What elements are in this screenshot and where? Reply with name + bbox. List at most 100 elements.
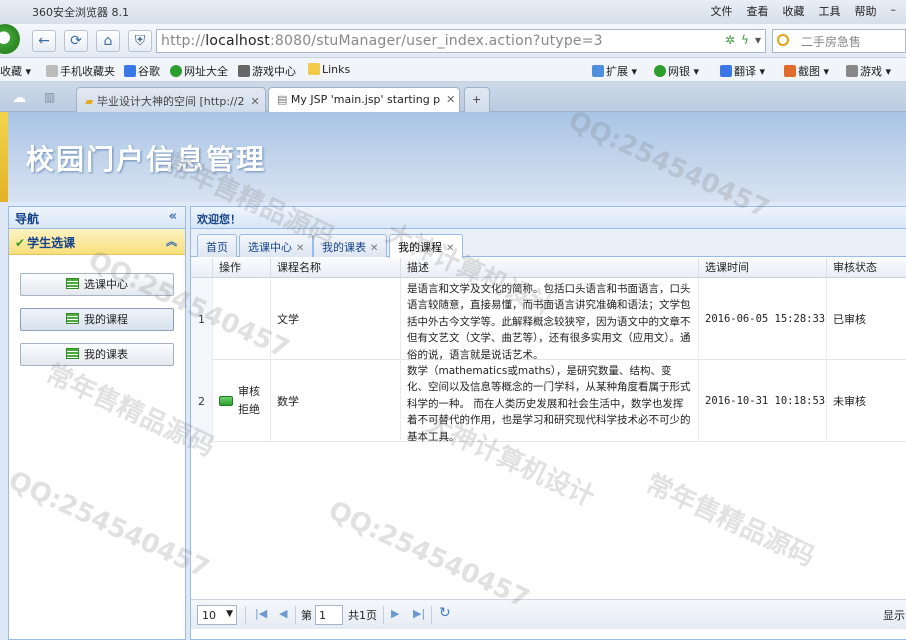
url-host: localhost (205, 33, 270, 49)
approve-link[interactable]: 审核 (238, 383, 260, 401)
ext-game[interactable]: 游戏 ▾ (846, 63, 891, 79)
col-desc[interactable]: 描述 (401, 258, 699, 278)
app-title: 校园门户信息管理 (26, 143, 267, 176)
check-icon: ✔ (15, 236, 26, 250)
folder-icon: ▰ (85, 95, 94, 108)
pager-separator (431, 606, 432, 624)
sidebar-header: 导航 « (9, 207, 185, 229)
url-path: :8080/stuManager/user_index.action?utype… (269, 33, 603, 49)
course-name: 数学 (277, 395, 299, 408)
shield-icon[interactable]: ⛨ (128, 30, 152, 52)
tab-home[interactable]: 首页 (197, 234, 237, 257)
pager-separator (245, 606, 246, 624)
lightning-icon[interactable]: ϟ (741, 33, 749, 47)
bookmark-mobile[interactable]: 手机收藏夹 (46, 63, 115, 79)
col-status[interactable]: 审核状态 (827, 258, 906, 278)
table-row[interactable]: 2 审核 拒绝 数学 数学（mathematics或maths），是研究数量、结… (191, 360, 906, 443)
google-icon (124, 65, 136, 77)
first-page-icon[interactable]: |◀ (255, 607, 267, 620)
reject-link[interactable]: 拒绝 (238, 401, 260, 419)
row-ops (213, 278, 271, 360)
welcome-text: 欢迎您！ (191, 207, 906, 229)
main-panel: 欢迎您！ 首页 选课中心 ✕ 我的课表 ✕ 我的课程 ✕ 操作 课程名称 描述 选课时… (190, 206, 906, 640)
page-number-input[interactable]: 1 (315, 605, 343, 625)
select-time: 2016-06-05 15:28:33 (705, 313, 826, 325)
sidebar-section[interactable]: ✔ 学生选课 ︽ (9, 229, 185, 255)
bookmark-google[interactable]: 谷歌 (124, 63, 160, 79)
search-input[interactable]: 二手房急售 (801, 33, 861, 50)
folder-icon (308, 63, 320, 75)
home-button[interactable]: ⌂ (96, 30, 120, 52)
close-icon[interactable]: ✕ (446, 243, 454, 254)
next-page-icon[interactable]: ▶ (391, 607, 399, 620)
bookmark-favorites[interactable]: 收藏 ▾ (0, 63, 31, 79)
banner-edge (0, 112, 8, 202)
browser-tab-2[interactable]: ▤ My JSP 'main.jsp' starting p ✕ (268, 87, 460, 112)
bookmark-sites[interactable]: 网址大全 (170, 63, 228, 79)
scissors-icon (784, 65, 796, 77)
chevron-up-icon[interactable]: ︽ (166, 233, 177, 249)
menu-tools[interactable]: 工具 (819, 3, 841, 19)
tab-my-schedule[interactable]: 我的课表 ✕ (313, 234, 388, 257)
audit-icon[interactable] (219, 396, 233, 406)
back-button[interactable]: ← (32, 30, 56, 52)
grid-icon (66, 348, 79, 359)
sidebar-item-my-courses[interactable]: 我的课程 (20, 308, 174, 331)
sidebar-item-my-schedule[interactable]: 我的课表 (20, 343, 174, 366)
col-ops[interactable]: 操作 (213, 258, 271, 278)
col-name[interactable]: 课程名称 (271, 258, 401, 278)
close-icon[interactable]: ✕ (250, 95, 259, 108)
audit-status: 未审核 (833, 395, 866, 408)
course-desc: 是语言和文学及文化的简称。包括口头语言和书面语言，口头语言较随意，直接易懂，而书… (407, 283, 691, 361)
chevron-down-icon[interactable]: ▾ (755, 33, 761, 47)
tab-my-courses[interactable]: 我的课程 ✕ (389, 234, 464, 258)
prev-page-icon[interactable]: ◀ (279, 607, 287, 620)
col-time[interactable]: 选课时间 (699, 258, 827, 278)
browser-menu: 文件 查看 收藏 工具 帮助 – (711, 3, 897, 19)
translate-icon (720, 65, 732, 77)
tab-course-center[interactable]: 选课中心 ✕ (239, 234, 314, 257)
search-box[interactable]: 二手房急售 (772, 29, 906, 53)
bookmark-games[interactable]: 游戏中心 (238, 63, 296, 79)
table-row[interactable]: 1 文学 是语言和文学及文化的简称。包括口头语言和书面语言，口头语言较随意，直接… (191, 278, 906, 361)
menu-view[interactable]: 查看 (747, 3, 769, 19)
refresh-icon[interactable]: ↻ (439, 605, 451, 621)
course-name: 文学 (277, 313, 299, 326)
pager-separator (295, 606, 296, 624)
grid-icon (592, 65, 604, 77)
new-tab-button[interactable]: + (464, 87, 490, 112)
search-icon (777, 34, 789, 46)
cloud-icon[interactable]: ☁ (12, 90, 26, 106)
tab-list-icon[interactable]: ▥ (44, 90, 55, 104)
bookmark-links[interactable]: Links (308, 63, 350, 76)
ext-expand[interactable]: 扩展 ▾ (592, 63, 637, 79)
last-page-icon[interactable]: ▶| (413, 607, 425, 620)
page-icon: ▤ (277, 93, 288, 106)
page-total: 共1页 (348, 609, 377, 622)
phone-icon (46, 65, 58, 77)
ext-bank[interactable]: 网银 ▾ (654, 63, 699, 79)
address-bar[interactable]: http://localhost:8080/stuManager/user_in… (156, 29, 766, 53)
sidebar-item-course-center[interactable]: 选课中心 (20, 273, 174, 296)
bookmarks-bar: 收藏 ▾ 手机收藏夹 谷歌 网址大全 游戏中心 Links 扩展 ▾ 网银 ▾ … (0, 58, 906, 82)
menu-favorites[interactable]: 收藏 (783, 3, 805, 19)
compat-icon[interactable]: ✲ (725, 33, 735, 47)
page-size-select[interactable]: 10 ▼ (197, 605, 237, 625)
ext-screenshot[interactable]: 截图 ▾ (784, 63, 829, 79)
page-label-pre: 第 (301, 609, 312, 622)
browser-tab-1[interactable]: ▰ 毕业设计大神的空间 [http://2 ✕ (76, 87, 266, 112)
menu-file[interactable]: 文件 (711, 3, 733, 19)
close-icon[interactable]: ✕ (446, 93, 455, 106)
close-icon[interactable]: ✕ (296, 243, 304, 254)
sidebar: 导航 « ✔ 学生选课 ︽ 选课中心 我的课程 我的课表 (8, 206, 186, 640)
bank-icon (654, 65, 666, 77)
minimize-icon[interactable]: – (891, 3, 897, 19)
close-icon[interactable]: ✕ (370, 243, 378, 254)
content-tabs: 首页 选课中心 ✕ 我的课表 ✕ 我的课程 ✕ (191, 229, 906, 258)
url-prefix: http:// (161, 33, 206, 49)
refresh-button[interactable]: ⟳ (64, 30, 88, 52)
grid-icon (66, 278, 79, 289)
ext-translate[interactable]: 翻译 ▾ (720, 63, 765, 79)
collapse-left-icon[interactable]: « (169, 209, 177, 224)
menu-help[interactable]: 帮助 (855, 3, 877, 19)
